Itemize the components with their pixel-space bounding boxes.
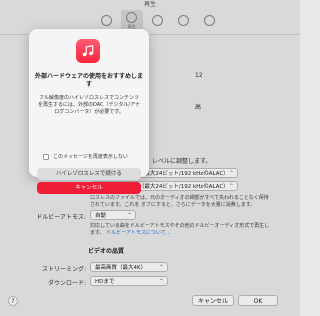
dont-show-again-checkbox[interactable]: このメッセージを再度表示しない: [43, 153, 128, 160]
checkbox-box[interactable]: [43, 153, 49, 160]
dialog-title: 外部ハードウェアの使用をおすすめします: [35, 73, 144, 88]
dialog-cancel-button[interactable]: キャンセル: [37, 182, 141, 194]
checkbox-label: このメッセージを再度表示しない: [53, 154, 128, 160]
music-app-icon: [76, 39, 100, 63]
external-hardware-dialog: 外部ハードウェアの使用をおすすめします フル解像度のハイレゾロスレスでコンテンツ…: [29, 29, 149, 194]
music-note-icon: [82, 45, 94, 57]
continue-hires-lossless-button[interactable]: ハイレゾロスレスで続ける: [37, 168, 141, 180]
dialog-message: フル解像度のハイレゾロスレスでコンテンツを再生するには、外部のDAC（デジタル/…: [37, 95, 141, 115]
